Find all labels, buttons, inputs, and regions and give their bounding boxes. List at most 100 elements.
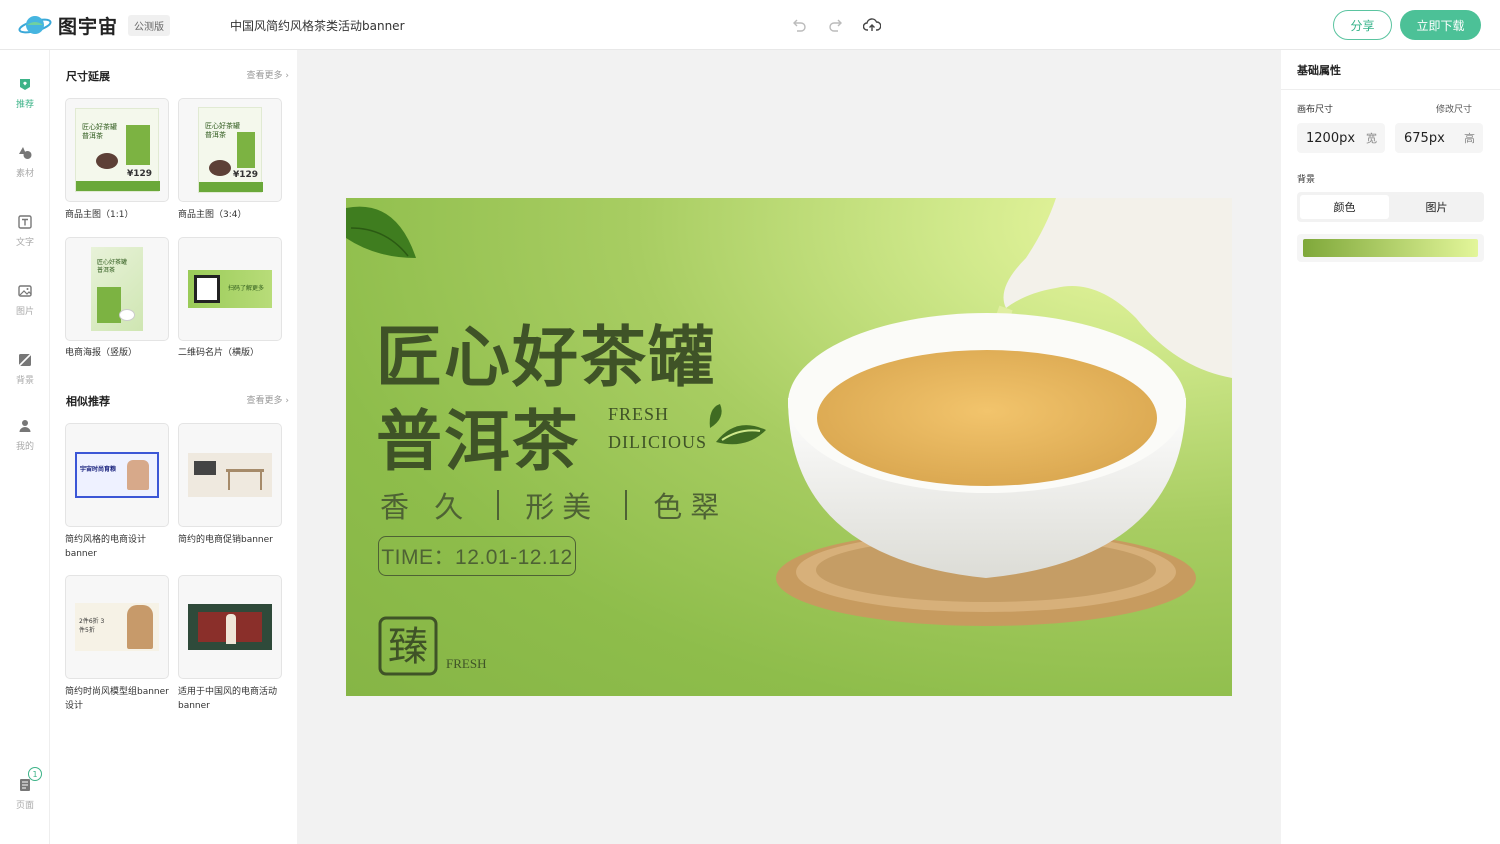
rail-item-image[interactable]: 图片 — [0, 283, 50, 317]
svg-text:臻: 臻 — [388, 624, 428, 670]
thumb-text: 扫码了解更多 — [228, 285, 265, 292]
template-thumbnail: 宇宙时尚育粮 — [75, 452, 159, 498]
template-card[interactable]: 2件6折 3件5折 — [65, 575, 169, 679]
rail-label: 背景 — [15, 376, 34, 386]
height-field[interactable]: 675px 高 — [1395, 123, 1483, 153]
card-label: 商品主图（1:1） — [65, 210, 134, 220]
canvas-area: 匠心好茶罐 普洱茶 FRESH DILICIOUS 香 久 形美 色翠 TIME… — [297, 50, 1281, 844]
width-field[interactable]: 1200px 宽 — [1297, 123, 1385, 153]
template-card[interactable] — [178, 575, 282, 679]
teacup-image — [776, 198, 1232, 626]
background-icon — [17, 352, 33, 368]
gradient-picker[interactable] — [1297, 234, 1484, 262]
app-name: 图宇宙 — [58, 16, 119, 38]
undo-icon[interactable] — [789, 15, 809, 35]
chevron-right-icon: › — [285, 71, 289, 81]
template-card[interactable]: 宇宙时尚育粮 — [65, 423, 169, 527]
recommend-icon — [17, 76, 33, 92]
template-thumbnail: 2件6折 3件5折 — [75, 603, 159, 651]
leaf-icon — [709, 404, 766, 445]
gradient-swatch — [1303, 239, 1478, 257]
see-more-label: 查看更多 — [246, 71, 283, 81]
template-card[interactable]: 匠心好茶罐 普洱茶 — [65, 237, 169, 341]
rail-label: 文字 — [15, 238, 34, 248]
height-value: 675px — [1404, 130, 1445, 146]
feature-text[interactable]: 香 久 — [380, 484, 471, 526]
banner-fresh-text[interactable]: FRESH — [608, 404, 669, 425]
bg-option-color[interactable]: 颜色 — [1300, 195, 1389, 219]
seal-stamp-image[interactable]: 臻 — [378, 616, 438, 676]
feature-text[interactable]: 形美 — [525, 484, 599, 526]
resize-link[interactable]: 修改尺寸 — [1436, 102, 1472, 115]
rail-label: 推荐 — [15, 100, 34, 110]
feature-text[interactable]: 色翠 — [653, 484, 727, 526]
card-label: 适用于中国风的电商活动banner — [178, 687, 278, 711]
rail-label: 我的 — [15, 442, 34, 452]
rail-label: 素材 — [15, 169, 34, 179]
planet-logo-icon — [18, 15, 52, 34]
banner-title-line1[interactable]: 匠心好茶罐 — [376, 304, 716, 400]
qr-code-icon — [194, 275, 220, 303]
banner-canvas[interactable]: 匠心好茶罐 普洱茶 FRESH DILICIOUS 香 久 形美 色翠 TIME… — [346, 198, 1232, 696]
beta-badge: 公测版 — [128, 15, 171, 36]
section-title-similar: 相似推荐 — [66, 395, 110, 408]
properties-panel: 基础属性 画布尺寸 修改尺寸 1200px 宽 675px 高 背景 颜色 图片 — [1281, 50, 1500, 844]
rail-item-background[interactable]: 背景 — [0, 352, 50, 386]
card-label: 简约时尚风模型组banner设计 — [65, 687, 169, 711]
see-more-label: 查看更多 — [246, 396, 283, 406]
rail-item-recommend[interactable]: 推荐 — [0, 76, 50, 110]
redo-icon[interactable] — [826, 15, 846, 35]
card-label: 简约风格的电商设计banner — [65, 535, 147, 559]
properties-title: 基础属性 — [1281, 50, 1500, 90]
template-thumbnail: 匠心好茶罐 普洱茶 — [91, 247, 143, 331]
user-icon — [17, 418, 33, 434]
template-card[interactable]: 匠心好茶罐 普洱茶 ¥129 — [65, 98, 169, 202]
rail-item-mine[interactable]: 我的 — [0, 418, 50, 452]
share-button[interactable]: 分享 — [1333, 10, 1392, 40]
banner-title-line2[interactable]: 普洱茶 — [376, 388, 580, 484]
top-bar: 图宇宙 公测版 中国风简约风格茶类活动banner 分享 立即下载 — [0, 0, 1500, 50]
tea-leaf-image — [346, 206, 416, 258]
logo[interactable]: 图宇宙 公测版 — [18, 12, 171, 39]
thumb-text: 匠心好茶罐 普洱茶 — [82, 123, 117, 140]
chevron-right-icon: › — [285, 396, 289, 406]
background-type-toggle: 颜色 图片 — [1297, 192, 1484, 222]
document-title[interactable]: 中国风简约风格茶类活动banner — [230, 17, 405, 34]
banner-fresh-bottom[interactable]: FRESH — [446, 656, 486, 672]
see-more-link[interactable]: 查看更多 › — [247, 68, 290, 81]
template-thumbnail — [188, 604, 272, 650]
width-unit: 宽 — [1366, 132, 1377, 145]
rail-item-materials[interactable]: 素材 — [0, 145, 50, 179]
shapes-icon — [17, 145, 33, 161]
thumb-text: 2件6折 3件5折 — [79, 618, 105, 634]
cloud-save-icon[interactable] — [862, 15, 882, 35]
thumb-text: 匠心好茶罐 普洱茶 — [97, 259, 128, 274]
banner-time[interactable]: TIME：12.01-12.12 — [378, 536, 576, 576]
card-label: 电商海报（竖版） — [65, 348, 138, 358]
bg-option-image[interactable]: 图片 — [1392, 195, 1481, 219]
thumb-price: ¥129 — [232, 170, 258, 180]
see-more-link[interactable]: 查看更多 › — [247, 393, 290, 406]
rail-label: 页面 — [15, 801, 34, 811]
template-card[interactable]: 匠心好茶罐 普洱茶 ¥129 — [178, 98, 282, 202]
background-label: 背景 — [1297, 175, 1316, 185]
section-title-size-ext: 尺寸延展 — [66, 70, 110, 83]
card-label: 二维码名片（横版） — [178, 348, 260, 358]
thumb-price: ¥129 — [126, 169, 152, 179]
template-thumbnail: 扫码了解更多 — [188, 270, 272, 308]
height-unit: 高 — [1464, 132, 1475, 145]
canvas-size-label: 画布尺寸 — [1297, 105, 1334, 115]
page-count-badge: 1 — [28, 767, 42, 781]
image-icon — [17, 283, 33, 299]
card-label: 商品主图（3:4） — [178, 210, 247, 220]
thumb-text: 匠心好茶罐 普洱茶 — [205, 122, 240, 139]
rail-item-text[interactable]: 文字 — [0, 214, 50, 248]
template-card[interactable] — [178, 423, 282, 527]
tool-rail: 推荐 素材 文字 图片 背景 我的 页面 1 — [0, 50, 50, 844]
banner-delicious-text[interactable]: DILICIOUS — [608, 432, 707, 453]
template-card[interactable]: 扫码了解更多 — [178, 237, 282, 341]
download-button[interactable]: 立即下载 — [1400, 10, 1481, 40]
banner-features: 香 久 形美 色翠 — [380, 484, 727, 526]
rail-item-pages[interactable]: 页面 — [0, 777, 50, 811]
thumb-text: 宇宙时尚育粮 — [80, 466, 117, 473]
